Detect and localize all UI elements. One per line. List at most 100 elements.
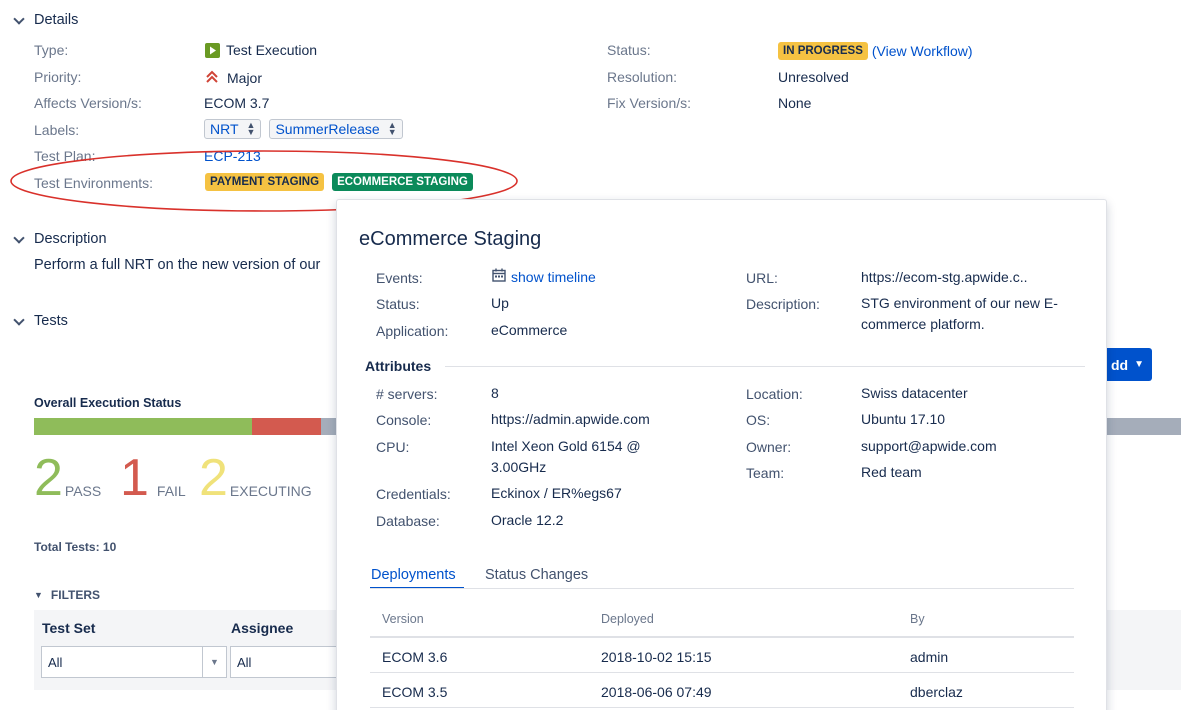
fail-label: FAIL <box>156 483 186 499</box>
events-value: show timeline <box>492 267 596 288</box>
type-label: Type: <box>34 42 69 58</box>
row-version: ECOM 3.5 <box>382 684 448 700</box>
credentials-value: Eckinox / ER%egs67 <box>491 485 622 501</box>
database-label: Database: <box>376 513 440 529</box>
labels-label: Labels: <box>34 122 80 138</box>
resolution-value: Unresolved <box>778 69 849 85</box>
cpu-value: Intel Xeon Gold 6154 @ 3.00GHz <box>491 438 641 475</box>
testset-select[interactable]: All ▼ <box>41 646 227 678</box>
total-tests: Total Tests: 10 <box>34 540 117 554</box>
tab-deployments[interactable]: Deployments <box>371 567 456 583</box>
priority-value: Major <box>205 69 262 86</box>
owner-label: Owner: <box>746 439 792 455</box>
os-label: OS: <box>746 412 771 428</box>
row-by-link[interactable]: admin <box>910 649 948 665</box>
col-version: Version <box>382 612 424 626</box>
description-text: Perform a full NRT on the new version of… <box>34 257 321 273</box>
pass-stat: 2 PASS <box>34 449 102 507</box>
affects-value: ECOM 3.7 <box>204 95 270 111</box>
pass-label: PASS <box>64 483 102 499</box>
chevron-down-icon: ▼ <box>202 647 226 677</box>
status-value: Up <box>491 295 509 311</box>
database-value: Oracle 12.2 <box>491 512 564 528</box>
servers-value: 8 <box>491 385 499 401</box>
row-version: ECOM 3.6 <box>382 649 448 665</box>
view-workflow-link[interactable]: (View Workflow) <box>872 43 973 59</box>
executing-count: 2 <box>199 449 228 507</box>
chevron-down-icon <box>12 314 26 328</box>
col-deployed: Deployed <box>601 612 654 626</box>
assignee-select-value: All <box>237 654 252 670</box>
chevron-down-icon: ▼ <box>1134 359 1144 370</box>
assignee-select[interactable]: All <box>230 646 340 678</box>
resolution-label: Resolution: <box>607 69 678 85</box>
priority-label: Priority: <box>34 69 82 85</box>
fix-value: None <box>778 95 812 111</box>
filter-col-assignee: Assignee <box>231 620 294 636</box>
url-link[interactable]: https://ecom-stg.apwide.c.. <box>861 267 1028 288</box>
popup-title: eCommerce Staging <box>359 228 542 250</box>
events-label: Events: <box>376 270 423 286</box>
url-label: URL: <box>746 270 778 286</box>
row-divider <box>370 672 1074 673</box>
filters-label: FILTERS <box>50 588 101 602</box>
row-deployed: 2018-06-06 07:49 <box>601 684 712 700</box>
sort-icon: ▲ ▼ <box>246 120 256 137</box>
owner-link[interactable]: support@apwide.com <box>861 436 997 457</box>
type-text: Test Execution <box>226 42 318 58</box>
console-link[interactable]: https://admin.apwide.com <box>491 409 650 430</box>
label-text: SummerRelease <box>275 121 380 137</box>
tests-toggle[interactable]: Tests <box>12 313 68 329</box>
status-value: IN PROGRESS (View Workflow) <box>778 42 973 60</box>
location-label: Location: <box>746 386 803 402</box>
chevron-down-icon <box>12 13 26 27</box>
details-heading: Details <box>34 12 79 28</box>
fix-label: Fix Version/s: <box>607 95 692 111</box>
fail-stat: 1 FAIL <box>120 449 186 507</box>
cpu-label: CPU: <box>376 439 410 455</box>
label-tag[interactable]: NRT ▲ ▼ <box>204 119 262 139</box>
calendar-icon <box>492 267 506 288</box>
progress-pass-segment <box>34 418 252 435</box>
filters-toggle[interactable]: ▼ FILTERS <box>34 588 100 602</box>
chevron-down-icon <box>12 232 26 246</box>
priority-major-icon <box>205 69 219 86</box>
chevron-down-icon: ▼ <box>34 590 43 600</box>
location-value: Swiss datacenter <box>861 385 968 401</box>
details-toggle[interactable]: Details <box>12 12 78 28</box>
description-label: Description: <box>746 296 820 312</box>
tests-heading: Tests <box>34 313 68 329</box>
environment-popup: eCommerce Staging Events: show timeline … <box>336 199 1107 710</box>
status-label: Status: <box>607 42 651 58</box>
add-button-label: dd <box>1110 356 1129 373</box>
application-value: eCommerce <box>491 322 568 338</box>
status-label: Status: <box>376 296 420 312</box>
description-value: STG environment of our new E-commerce pl… <box>861 295 1058 332</box>
show-timeline-link[interactable]: show timeline <box>511 267 596 288</box>
description-toggle[interactable]: Description <box>12 231 107 247</box>
test-execution-icon <box>205 42 220 58</box>
description-heading: Description <box>34 231 107 247</box>
executing-stat: 2 EXECUTING <box>199 449 312 507</box>
sort-icon: ▲ ▼ <box>387 120 397 137</box>
pass-count: 2 <box>34 449 63 507</box>
team-label: Team: <box>746 465 785 481</box>
row-by-link[interactable]: dberclaz <box>910 684 963 700</box>
col-by: By <box>910 612 925 626</box>
tabs-divider <box>370 588 1074 589</box>
console-label: Console: <box>376 412 432 428</box>
priority-text: Major <box>227 69 263 86</box>
testset-select-value: All <box>48 654 63 670</box>
label-text: NRT <box>210 121 239 137</box>
label-tag[interactable]: SummerRelease ▲ ▼ <box>269 119 403 139</box>
type-value: Test Execution <box>205 42 317 58</box>
fail-count: 1 <box>120 449 149 507</box>
tab-status-changes[interactable]: Status Changes <box>485 567 588 583</box>
os-value: Ubuntu 17.10 <box>861 411 946 427</box>
attributes-divider <box>445 366 1085 367</box>
overall-status-label: Overall Execution Status <box>34 396 182 410</box>
table-header-divider <box>370 636 1074 638</box>
servers-label: # servers: <box>376 386 438 402</box>
progress-fail-segment <box>252 418 321 435</box>
application-label: Application: <box>376 323 449 339</box>
